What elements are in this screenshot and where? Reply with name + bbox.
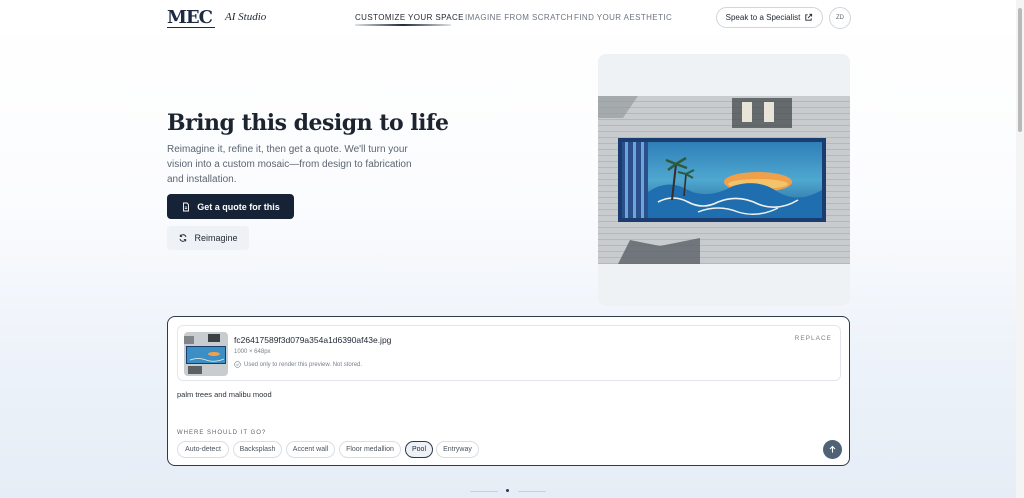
chip-pool[interactable]: Pool [405,441,433,458]
reimagine-button[interactable]: Reimagine [167,226,249,250]
chip-floor-medallion[interactable]: Floor medallion [339,441,401,458]
get-quote-label: Get a quote for this [197,201,280,212]
arrow-up-icon [829,445,836,453]
reimagine-label: Reimagine [194,233,238,243]
check-circle-icon [234,361,241,368]
nav-active-indicator [355,24,451,26]
refresh-icon [180,234,187,242]
speak-to-specialist-button[interactable]: Speak to a Specialist [716,7,823,28]
submit-button[interactable] [823,440,842,459]
top-header: MEC AI Studio CUSTOMIZE YOUR SPACE IMAGI… [0,0,1016,36]
nav-find-your-aesthetic[interactable]: FIND YOUR AESTHETIC [574,13,672,22]
hero-description: Reimagine it, refine it, then get a quot… [167,144,412,185]
document-icon [183,202,190,211]
file-name: fc26417589f3d079a354a1d6390af43e.jpg [234,335,392,345]
nav-imagine-from-scratch[interactable]: IMAGINE FROM SCRATCH [465,13,573,22]
location-label: WHERE SHOULD IT GO? [177,430,267,436]
pager-line-right [518,491,546,492]
file-dimensions: 1000 × 648px [234,349,271,355]
pager-dot-active[interactable] [506,489,509,492]
brand-logo[interactable]: MEC [167,7,215,29]
chip-accent-wall[interactable]: Accent wall [286,441,335,458]
pool-mosaic-image [598,96,850,264]
brand-logo-text: MEC [167,7,213,28]
chip-entryway[interactable]: Entryway [436,441,479,458]
pager-line-left [470,491,498,492]
page-title: Bring this design to life [167,110,449,136]
uploaded-file-card: fc26417589f3d079a354a1d6390af43e.jpg 100… [177,325,841,381]
file-privacy-note-text: Used only to render this preview. Not st… [244,361,363,368]
replace-file-button[interactable]: REPLACE [795,335,832,342]
design-preview [598,54,850,306]
design-composer: fc26417589f3d079a354a1d6390af43e.jpg 100… [167,316,850,466]
prompt-input[interactable]: palm trees and malibu mood [177,390,272,399]
scrollbar-thumb[interactable] [1018,8,1022,132]
uploaded-file-thumbnail [184,332,228,376]
external-link-icon [805,13,813,21]
studio-label: AI Studio [225,11,267,23]
get-quote-button[interactable]: Get a quote for this [167,194,294,219]
nav-customize-your-space[interactable]: CUSTOMIZE YOUR SPACE [355,13,464,22]
speak-to-specialist-label: Speak to a Specialist [725,13,801,22]
chip-auto-detect[interactable]: Auto-detect [177,441,229,458]
file-privacy-note: Used only to render this preview. Not st… [234,361,362,368]
user-avatar[interactable]: ZD [829,7,851,29]
page-scrollbar[interactable] [1016,0,1024,498]
chip-backsplash[interactable]: Backsplash [233,441,282,458]
